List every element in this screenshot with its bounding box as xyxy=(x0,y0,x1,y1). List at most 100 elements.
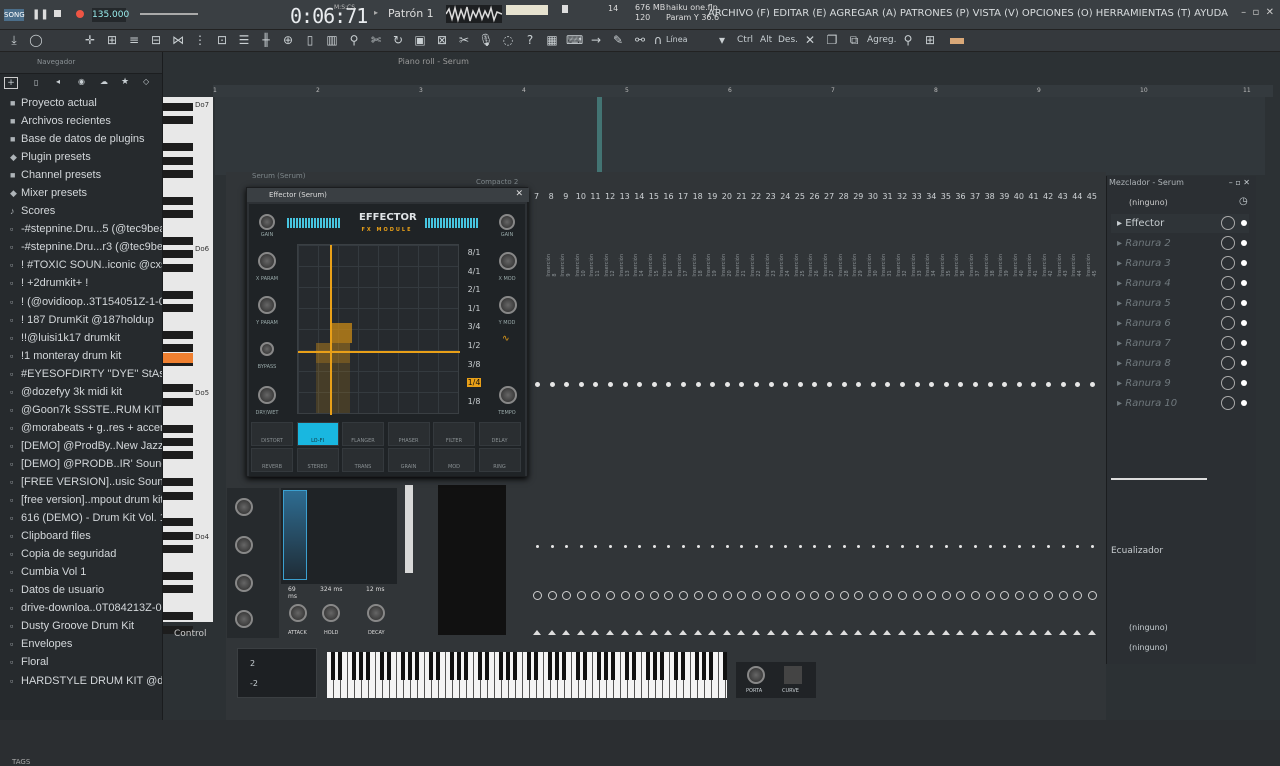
stereo-knob[interactable] xyxy=(1047,545,1050,548)
mixer-slot[interactable]: ▸ Ranura 4 xyxy=(1111,274,1249,293)
insert-label[interactable]: Inserción 39 xyxy=(998,254,1010,277)
insert-label[interactable]: Inserción 44 xyxy=(1071,254,1083,277)
browser-item[interactable]: ▫ Copia de seguridad xyxy=(6,545,162,563)
keyboard-black-key[interactable] xyxy=(681,652,685,680)
insert-led[interactable] xyxy=(622,382,628,387)
insert-label[interactable]: Inserción 19 xyxy=(706,254,718,277)
send-arrow-icon[interactable] xyxy=(664,630,673,635)
route-ring[interactable] xyxy=(868,591,878,600)
insert-label[interactable]: Inserción 41 xyxy=(1027,254,1039,277)
send-arrow-icon[interactable] xyxy=(956,630,965,635)
insert-label[interactable]: Inserción 14 xyxy=(633,254,645,277)
env-scroll[interactable] xyxy=(405,485,413,573)
mixer-preset-select[interactable]: (ninguno) xyxy=(1129,198,1168,207)
envelope-shape[interactable] xyxy=(283,490,307,580)
browser-item[interactable]: ▫ ! 187 DrumKit @187holdup xyxy=(6,311,162,329)
mixer-slot[interactable]: ▸ Ranura 7 xyxy=(1111,334,1249,353)
mixer-slot[interactable]: ▸ Ranura 3 xyxy=(1111,254,1249,273)
send-arrow-icon[interactable] xyxy=(985,630,994,635)
compacto-label[interactable]: Compacto 2 xyxy=(476,178,518,186)
insert-number[interactable]: 42 xyxy=(1043,192,1053,201)
send-arrow-icon[interactable] xyxy=(1087,630,1096,635)
keyboard-black-key[interactable] xyxy=(478,652,482,680)
quantize-icon[interactable]: ⊞ xyxy=(104,32,120,48)
keyboard-black-key[interactable] xyxy=(695,652,699,680)
gain-right-knob[interactable] xyxy=(499,214,515,230)
send-arrow-icon[interactable] xyxy=(839,630,848,635)
chop-icon[interactable]: ⊟ xyxy=(148,32,164,48)
insert-label[interactable]: Inserción 8 xyxy=(546,254,558,277)
env-knob-2[interactable] xyxy=(235,536,253,554)
insert-led[interactable] xyxy=(549,382,555,387)
des-label[interactable]: Des. xyxy=(778,35,798,45)
window-controls[interactable]: – ▫ ✕ xyxy=(1241,7,1274,18)
env-knob-4[interactable] xyxy=(235,610,253,628)
insert-number[interactable]: 39 xyxy=(999,192,1009,201)
arrow-right-icon[interactable]: → xyxy=(588,32,604,48)
browser-item[interactable]: ■ Channel presets xyxy=(6,166,162,184)
mixer-icon[interactable]: ╫ xyxy=(258,32,274,48)
send-arrow-icon[interactable] xyxy=(795,630,804,635)
piano-black-key[interactable] xyxy=(163,143,193,152)
browser-item[interactable]: ▫ ! #TOXIC SOUN..iconic @cxsket xyxy=(6,256,162,274)
send-arrow-icon[interactable] xyxy=(927,630,936,635)
tempo-division-button[interactable]: 3/4 xyxy=(467,322,481,331)
piano-black-key[interactable] xyxy=(163,263,193,272)
insert-led[interactable] xyxy=(768,382,774,387)
keyboard-black-key[interactable] xyxy=(597,652,601,680)
porta-knob[interactable] xyxy=(747,666,765,684)
mixer-slot[interactable]: ▸ Ranura 5 xyxy=(1111,294,1249,313)
effector-window-title[interactable]: Effector (Serum) xyxy=(247,188,529,202)
insert-label[interactable]: Inserción 13 xyxy=(619,254,631,277)
route-ring[interactable] xyxy=(649,591,659,600)
browser-item[interactable]: ■ Archivos recientes xyxy=(6,112,162,130)
send-arrow-icon[interactable] xyxy=(1029,630,1038,635)
insert-number[interactable]: 11 xyxy=(590,192,600,201)
insert-label[interactable]: Inserción 40 xyxy=(1013,254,1025,277)
slot-enable-led[interactable] xyxy=(1241,380,1247,386)
playhead[interactable] xyxy=(597,97,602,172)
insert-led[interactable] xyxy=(608,382,613,387)
insert-number[interactable]: 44 xyxy=(1072,192,1082,201)
cut-tool-icon[interactable]: ✄ xyxy=(368,32,384,48)
keyboard-black-key[interactable] xyxy=(464,652,468,680)
insert-led[interactable] xyxy=(578,382,584,387)
link-icon[interactable]: ⚯ xyxy=(632,32,648,48)
send-arrow-icon[interactable] xyxy=(854,630,863,635)
browser-item[interactable]: ▫ !!@luisi1k17 drumkit xyxy=(6,329,162,347)
send-arrow-icon[interactable] xyxy=(810,630,819,635)
slot-enable-led[interactable] xyxy=(1241,280,1247,286)
doc-icon[interactable]: ▯ xyxy=(34,78,38,87)
pitch-down-value[interactable]: -2 xyxy=(250,679,258,688)
piano-black-key[interactable] xyxy=(163,424,193,433)
keyboard-black-key[interactable] xyxy=(611,652,615,680)
glue-icon[interactable]: ⋈ xyxy=(170,32,186,48)
insert-label[interactable]: Inserción 17 xyxy=(677,254,689,277)
stereo-knob[interactable] xyxy=(944,545,948,548)
close-icon[interactable]: ✕ xyxy=(515,189,523,199)
mixer-window-controls[interactable]: – ▫ ✕ xyxy=(1229,178,1250,187)
piano-black-key[interactable] xyxy=(163,585,193,594)
route-ring[interactable] xyxy=(839,591,849,600)
stereo-knob[interactable] xyxy=(988,545,992,548)
star-icon[interactable]: ★ xyxy=(121,77,129,87)
dry-wet-knob[interactable] xyxy=(258,386,276,404)
send-arrow-icon[interactable] xyxy=(868,630,877,635)
pitch-up-value[interactable]: 2 xyxy=(250,659,255,668)
browser-item[interactable]: ■ Base de datos de plugins xyxy=(6,130,162,148)
insert-led[interactable] xyxy=(651,382,657,387)
browser-item[interactable]: ▫ Clipboard files xyxy=(6,527,162,545)
slot-enable-led[interactable] xyxy=(1241,240,1247,246)
mic-icon[interactable]: 🎙 xyxy=(478,32,494,48)
attack-knob[interactable] xyxy=(289,604,307,622)
stereo-knob[interactable] xyxy=(769,545,773,548)
insert-label[interactable]: Inserción 23 xyxy=(765,254,777,277)
send-arrow-icon[interactable] xyxy=(883,630,892,635)
browser-item[interactable]: ▫ Cumbia Vol 1 xyxy=(6,563,162,581)
route-ring[interactable] xyxy=(620,591,630,600)
tempo-division-button[interactable]: 1/8 xyxy=(467,397,481,406)
output-select-1[interactable]: (ninguno) xyxy=(1111,620,1251,636)
tempo-division-button[interactable]: 4/1 xyxy=(467,267,481,276)
magnet-icon[interactable]: ∩ xyxy=(650,32,666,48)
browser-item[interactable]: ▫ Datos de usuario xyxy=(6,581,162,599)
